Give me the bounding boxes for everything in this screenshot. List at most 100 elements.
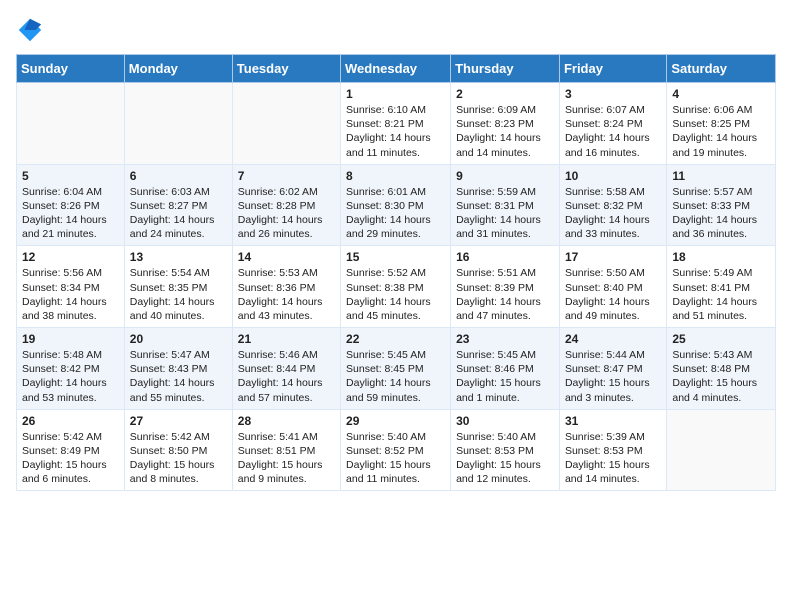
column-header-saturday: Saturday (667, 55, 776, 83)
calendar-cell: 23 Sunrise: 5:45 AM Sunset: 8:46 PM Dayli… (451, 328, 560, 410)
day-info: Sunrise: 5:40 AM Sunset: 8:52 PM Dayligh… (346, 430, 445, 487)
calendar-cell: 8 Sunrise: 6:01 AM Sunset: 8:30 PM Daylig… (341, 164, 451, 246)
calendar-cell (17, 83, 125, 165)
calendar-cell (124, 83, 232, 165)
day-number: 30 (456, 414, 554, 428)
day-number: 28 (238, 414, 335, 428)
day-number: 17 (565, 250, 661, 264)
day-info: Sunrise: 5:50 AM Sunset: 8:40 PM Dayligh… (565, 266, 661, 323)
calendar-cell: 30 Sunrise: 5:40 AM Sunset: 8:53 PM Dayli… (451, 409, 560, 491)
calendar-cell: 19Sunrise: 5:48 AM Sunset: 8:42 PM Dayli… (17, 328, 125, 410)
column-header-sunday: Sunday (17, 55, 125, 83)
calendar-cell: 25 Sunrise: 5:43 AM Sunset: 8:48 PM Dayli… (667, 328, 776, 410)
page-header (16, 16, 776, 44)
day-number: 16 (456, 250, 554, 264)
day-number: 31 (565, 414, 661, 428)
day-info: Sunrise: 5:53 AM Sunset: 8:36 PM Dayligh… (238, 266, 335, 323)
calendar-cell: 26 Sunrise: 5:42 AM Sunset: 8:49 PM Dayli… (17, 409, 125, 491)
day-number: 29 (346, 414, 445, 428)
calendar-cell: 22 Sunrise: 5:45 AM Sunset: 8:45 PM Dayli… (341, 328, 451, 410)
day-number: 23 (456, 332, 554, 346)
day-number: 13 (130, 250, 227, 264)
day-number: 12 (22, 250, 119, 264)
column-header-friday: Friday (559, 55, 666, 83)
day-info: Sunrise: 5:56 AM Sunset: 8:34 PM Dayligh… (22, 266, 119, 323)
calendar-cell: 12 Sunrise: 5:56 AM Sunset: 8:34 PM Dayli… (17, 246, 125, 328)
logo-icon (16, 16, 44, 44)
calendar-cell: 4Sunrise: 6:06 AM Sunset: 8:25 PM Daylig… (667, 83, 776, 165)
day-number: 9 (456, 169, 554, 183)
day-info: Sunrise: 5:41 AM Sunset: 8:51 PM Dayligh… (238, 430, 335, 487)
day-number: 2 (456, 87, 554, 101)
calendar-header-row: SundayMondayTuesdayWednesdayThursdayFrid… (17, 55, 776, 83)
day-info: Sunrise: 5:59 AM Sunset: 8:31 PM Dayligh… (456, 185, 554, 242)
day-info: Sunrise: 5:42 AM Sunset: 8:49 PM Dayligh… (22, 430, 119, 487)
week-row-4: 19Sunrise: 5:48 AM Sunset: 8:42 PM Dayli… (17, 328, 776, 410)
day-info: Sunrise: 5:54 AM Sunset: 8:35 PM Dayligh… (130, 266, 227, 323)
day-number: 21 (238, 332, 335, 346)
calendar-cell: 21 Sunrise: 5:46 AM Sunset: 8:44 PM Dayli… (232, 328, 340, 410)
calendar-cell: 16Sunrise: 5:51 AM Sunset: 8:39 PM Dayli… (451, 246, 560, 328)
day-number: 22 (346, 332, 445, 346)
calendar-cell: 28 Sunrise: 5:41 AM Sunset: 8:51 PM Dayli… (232, 409, 340, 491)
day-info: Sunrise: 5:58 AM Sunset: 8:32 PM Dayligh… (565, 185, 661, 242)
day-number: 14 (238, 250, 335, 264)
day-number: 27 (130, 414, 227, 428)
column-header-wednesday: Wednesday (341, 55, 451, 83)
column-header-thursday: Thursday (451, 55, 560, 83)
day-info: Sunrise: 6:09 AM Sunset: 8:23 PM Dayligh… (456, 103, 554, 160)
calendar-cell: 15 Sunrise: 5:52 AM Sunset: 8:38 PM Dayli… (341, 246, 451, 328)
calendar-cell: 18Sunrise: 5:49 AM Sunset: 8:41 PM Dayli… (667, 246, 776, 328)
calendar-cell: 3Sunrise: 6:07 AM Sunset: 8:24 PM Daylig… (559, 83, 666, 165)
day-info: Sunrise: 5:47 AM Sunset: 8:43 PM Dayligh… (130, 348, 227, 405)
day-info: Sunrise: 5:57 AM Sunset: 8:33 PM Dayligh… (672, 185, 770, 242)
day-info: Sunrise: 5:49 AM Sunset: 8:41 PM Dayligh… (672, 266, 770, 323)
week-row-5: 26 Sunrise: 5:42 AM Sunset: 8:49 PM Dayli… (17, 409, 776, 491)
day-info: Sunrise: 6:10 AM Sunset: 8:21 PM Dayligh… (346, 103, 445, 160)
calendar-cell: 11 Sunrise: 5:57 AM Sunset: 8:33 PM Dayli… (667, 164, 776, 246)
calendar-cell: 20 Sunrise: 5:47 AM Sunset: 8:43 PM Dayli… (124, 328, 232, 410)
column-header-tuesday: Tuesday (232, 55, 340, 83)
calendar-cell (232, 83, 340, 165)
day-number: 5 (22, 169, 119, 183)
day-info: Sunrise: 5:39 AM Sunset: 8:53 PM Dayligh… (565, 430, 661, 487)
day-number: 1 (346, 87, 445, 101)
day-number: 20 (130, 332, 227, 346)
day-info: Sunrise: 5:45 AM Sunset: 8:45 PM Dayligh… (346, 348, 445, 405)
day-info: Sunrise: 5:45 AM Sunset: 8:46 PM Dayligh… (456, 348, 554, 405)
day-info: Sunrise: 5:46 AM Sunset: 8:44 PM Dayligh… (238, 348, 335, 405)
calendar-cell: 24Sunrise: 5:44 AM Sunset: 8:47 PM Dayli… (559, 328, 666, 410)
day-info: Sunrise: 6:06 AM Sunset: 8:25 PM Dayligh… (672, 103, 770, 160)
calendar-cell: 7Sunrise: 6:02 AM Sunset: 8:28 PM Daylig… (232, 164, 340, 246)
day-number: 15 (346, 250, 445, 264)
calendar-cell: 13 Sunrise: 5:54 AM Sunset: 8:35 PM Dayli… (124, 246, 232, 328)
day-info: Sunrise: 6:03 AM Sunset: 8:27 PM Dayligh… (130, 185, 227, 242)
day-info: Sunrise: 5:40 AM Sunset: 8:53 PM Dayligh… (456, 430, 554, 487)
day-number: 6 (130, 169, 227, 183)
calendar-cell: 6 Sunrise: 6:03 AM Sunset: 8:27 PM Daylig… (124, 164, 232, 246)
day-number: 26 (22, 414, 119, 428)
logo (16, 16, 48, 44)
day-info: Sunrise: 5:52 AM Sunset: 8:38 PM Dayligh… (346, 266, 445, 323)
day-number: 3 (565, 87, 661, 101)
calendar-cell: 2 Sunrise: 6:09 AM Sunset: 8:23 PM Daylig… (451, 83, 560, 165)
day-number: 8 (346, 169, 445, 183)
day-info: Sunrise: 6:02 AM Sunset: 8:28 PM Dayligh… (238, 185, 335, 242)
calendar-cell: 10Sunrise: 5:58 AM Sunset: 8:32 PM Dayli… (559, 164, 666, 246)
calendar-cell: 27Sunrise: 5:42 AM Sunset: 8:50 PM Dayli… (124, 409, 232, 491)
column-header-monday: Monday (124, 55, 232, 83)
day-number: 25 (672, 332, 770, 346)
calendar-cell (667, 409, 776, 491)
day-info: Sunrise: 5:43 AM Sunset: 8:48 PM Dayligh… (672, 348, 770, 405)
calendar-cell: 1 Sunrise: 6:10 AM Sunset: 8:21 PM Daylig… (341, 83, 451, 165)
calendar-table: SundayMondayTuesdayWednesdayThursdayFrid… (16, 54, 776, 491)
calendar-cell: 29 Sunrise: 5:40 AM Sunset: 8:52 PM Dayli… (341, 409, 451, 491)
day-number: 11 (672, 169, 770, 183)
day-number: 24 (565, 332, 661, 346)
day-info: Sunrise: 6:01 AM Sunset: 8:30 PM Dayligh… (346, 185, 445, 242)
calendar-cell: 17 Sunrise: 5:50 AM Sunset: 8:40 PM Dayli… (559, 246, 666, 328)
day-number: 19 (22, 332, 119, 346)
week-row-1: 1 Sunrise: 6:10 AM Sunset: 8:21 PM Daylig… (17, 83, 776, 165)
calendar-cell: 5Sunrise: 6:04 AM Sunset: 8:26 PM Daylig… (17, 164, 125, 246)
calendar-cell: 9 Sunrise: 5:59 AM Sunset: 8:31 PM Daylig… (451, 164, 560, 246)
